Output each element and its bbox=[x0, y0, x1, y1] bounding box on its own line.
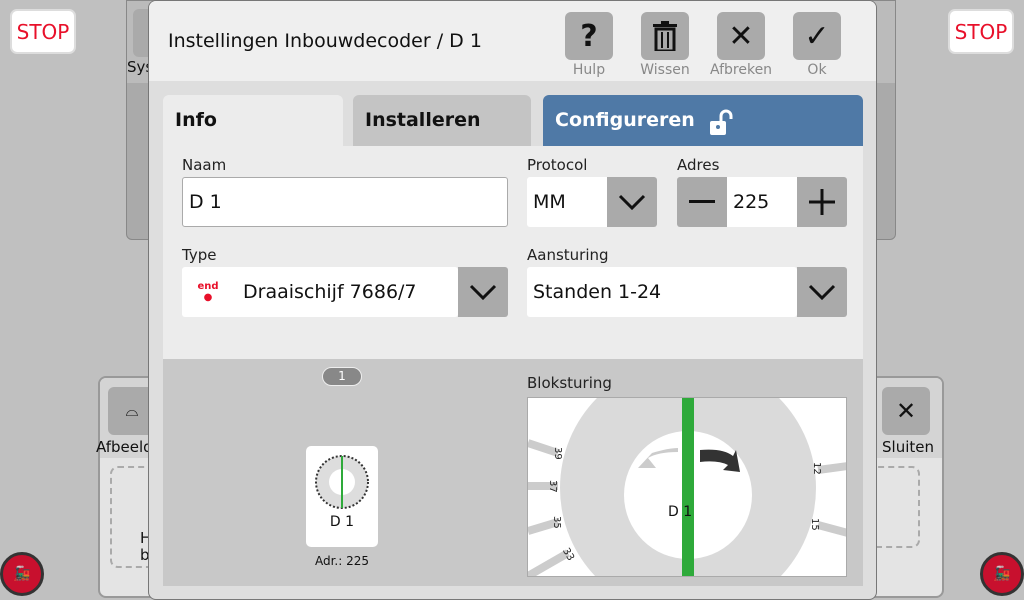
help-icon: ? bbox=[565, 12, 613, 60]
tab-configureren[interactable]: Configureren bbox=[543, 95, 863, 146]
check-icon: ✓ bbox=[793, 12, 841, 60]
trash-icon bbox=[641, 12, 689, 60]
preview-area: 1 D 1 Adr.: 225 Bloksturing 39 37 35 33 12 15… bbox=[163, 359, 863, 586]
locomotive-icon[interactable]: 🚂 bbox=[0, 552, 44, 596]
delete-button[interactable]: Wissen bbox=[634, 12, 696, 78]
stop-button-left[interactable]: STOP bbox=[10, 9, 76, 54]
type-select[interactable]: end ● Draaischijf 7686/7 bbox=[182, 267, 458, 317]
name-input[interactable]: D 1 bbox=[182, 177, 508, 227]
turntable-type-icon: end ● bbox=[197, 281, 219, 303]
image-label: Afbeeld bbox=[96, 438, 153, 456]
close-icon: ✕ bbox=[717, 12, 765, 60]
info-form: Naam D 1 Protocol MM Adres 225 Type end ●… bbox=[163, 146, 863, 359]
tile-address: Adr.: 225 bbox=[314, 554, 370, 568]
turntable-center-label: D 1 bbox=[668, 504, 693, 520]
help-button[interactable]: ? Hulp bbox=[558, 12, 620, 78]
decrement-button[interactable] bbox=[677, 177, 727, 227]
turntable-diagram: 393735331215 bbox=[528, 398, 846, 576]
turntable-control[interactable]: 39 37 35 33 12 15 D 1 bbox=[527, 397, 847, 577]
ok-button[interactable]: ✓ Ok bbox=[786, 12, 848, 78]
tab-info[interactable]: Info bbox=[163, 95, 343, 146]
unlock-icon bbox=[709, 109, 733, 135]
increment-button[interactable] bbox=[797, 177, 847, 227]
svg-text:39: 39 bbox=[552, 447, 563, 460]
stop-button-right[interactable]: STOP bbox=[948, 9, 1014, 54]
svg-text:35: 35 bbox=[551, 516, 562, 529]
locomotive-icon[interactable]: 🚂 bbox=[980, 552, 1024, 596]
control-select[interactable]: Standen 1-24 bbox=[527, 267, 797, 317]
tile-name: D 1 bbox=[329, 514, 355, 530]
bloksturing-label: Bloksturing bbox=[527, 374, 612, 392]
turntable-icon bbox=[315, 455, 369, 509]
svg-text:15: 15 bbox=[809, 518, 820, 531]
page-badge: 1 bbox=[322, 367, 362, 386]
svg-text:12: 12 bbox=[811, 462, 822, 475]
turntable-tile[interactable]: D 1 bbox=[306, 446, 378, 547]
address-input[interactable]: 225 bbox=[727, 177, 797, 227]
cancel-button[interactable]: ✕ Afbreken bbox=[710, 12, 772, 78]
dialog-title: Instellingen Inbouwdecoder / D 1 bbox=[168, 30, 482, 52]
chevron-down-icon[interactable] bbox=[607, 177, 657, 227]
svg-text:37: 37 bbox=[547, 480, 558, 493]
tab-installeren[interactable]: Installeren bbox=[353, 95, 531, 146]
chevron-down-icon[interactable] bbox=[797, 267, 847, 317]
chevron-down-icon[interactable] bbox=[458, 267, 508, 317]
close-panel-label: Sluiten bbox=[882, 438, 934, 456]
close-panel-button[interactable]: ✕ bbox=[882, 387, 930, 435]
decoder-settings-dialog: Instellingen Inbouwdecoder / D 1 ? Hulp W… bbox=[148, 0, 877, 600]
